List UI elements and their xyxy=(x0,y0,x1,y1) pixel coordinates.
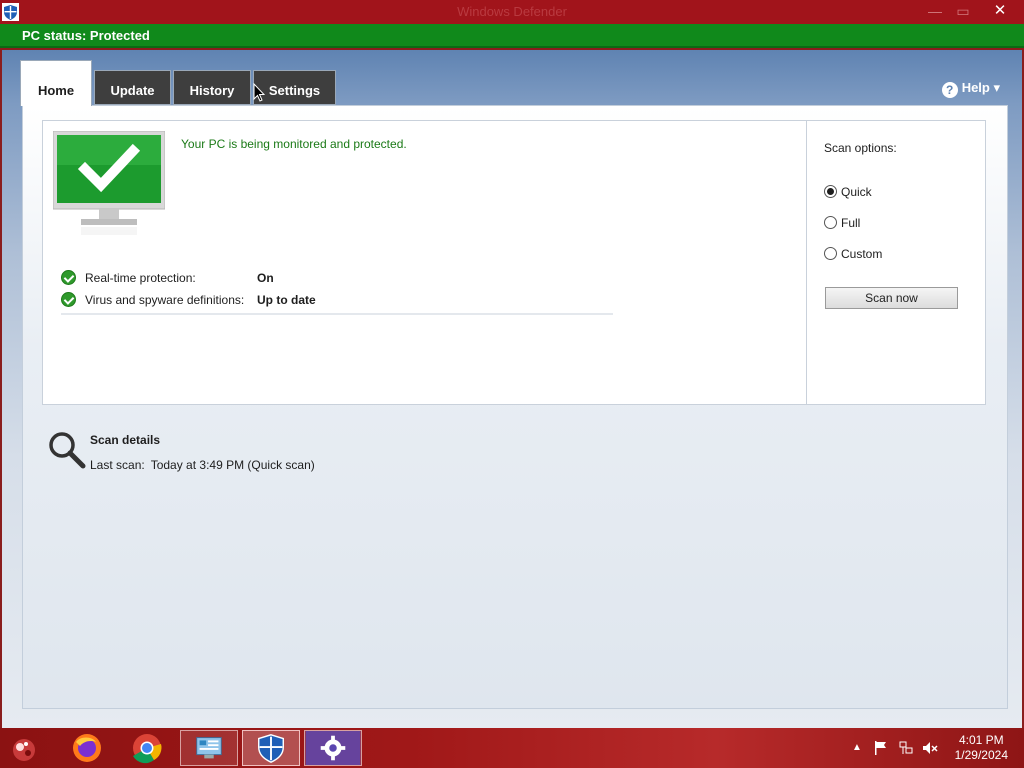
definitions-value: Up to date xyxy=(257,293,316,307)
tray-flag-icon[interactable] xyxy=(874,740,888,756)
tab-history[interactable]: History xyxy=(173,70,251,105)
last-scan-info: Last scan: Today at 3:49 PM (Quick scan) xyxy=(90,458,315,472)
main-area: Home Update History Settings ? Help ▾ You… xyxy=(0,50,1024,728)
radio-full-label[interactable]: Full xyxy=(841,216,860,230)
firefox-icon[interactable] xyxy=(58,730,116,766)
vertical-divider xyxy=(806,121,807,404)
clock-time: 4:01 PM xyxy=(958,733,1004,747)
title-bar: Windows Defender — ▭ ✕ xyxy=(0,0,1024,24)
radio-quick-circle[interactable] xyxy=(824,185,837,198)
window-title: Windows Defender xyxy=(457,4,567,19)
control-panel-icon[interactable] xyxy=(180,730,238,766)
minimize-button[interactable]: — xyxy=(920,0,950,22)
protected-monitor-icon xyxy=(53,131,165,235)
scan-details-title: Scan details xyxy=(90,433,161,447)
question-icon: ? xyxy=(941,82,958,98)
realtime-protection-label: Real-time protection: xyxy=(85,271,196,285)
check-icon xyxy=(61,292,76,307)
settings-icon[interactable] xyxy=(304,730,362,766)
radio-quick-label[interactable]: Quick xyxy=(841,185,872,199)
clock-date: 1/29/2024 xyxy=(954,748,1008,762)
tray-volume-muted-icon[interactable] xyxy=(922,740,938,756)
scan-options-title: Scan options: xyxy=(824,141,897,155)
mouse-cursor-icon xyxy=(253,83,265,102)
maximize-button[interactable]: ▭ xyxy=(948,0,978,22)
status-bar: PC status: Protected xyxy=(0,24,1024,48)
help-label: Help ▾ xyxy=(961,80,1000,95)
tray-network-icon[interactable] xyxy=(898,740,914,756)
check-icon xyxy=(61,270,76,285)
tab-update[interactable]: Update xyxy=(94,70,171,105)
taskbar: ▲ 4:01 PM 1/29/2024 xyxy=(0,728,1024,768)
chrome-icon[interactable] xyxy=(118,730,176,766)
realtime-protection-value: On xyxy=(257,271,274,285)
tab-home[interactable]: Home xyxy=(20,60,92,106)
pc-status-text: PC status: Protected xyxy=(22,28,150,43)
scan-now-button[interactable]: Scan now xyxy=(825,287,958,309)
tray-chevron-up-icon[interactable]: ▲ xyxy=(852,742,862,753)
help-menu[interactable]: ? Help ▾ xyxy=(941,80,1000,98)
system-clock[interactable]: 4:01 PM 1/29/2024 xyxy=(955,733,1008,763)
radio-custom-circle[interactable] xyxy=(824,247,837,260)
close-button[interactable]: ✕ xyxy=(978,0,1022,22)
magnifier-icon xyxy=(49,432,86,469)
divider xyxy=(61,313,613,315)
radio-custom-label[interactable]: Custom xyxy=(841,247,882,261)
tab-settings[interactable]: Settings xyxy=(253,70,336,105)
radio-full-circle[interactable] xyxy=(824,216,837,229)
start-icon[interactable] xyxy=(4,730,44,766)
defender-icon[interactable] xyxy=(242,730,300,766)
last-scan-label: Last scan: xyxy=(90,458,145,472)
protection-message: Your PC is being monitored and protected… xyxy=(181,137,407,151)
last-scan-value: Today at 3:49 PM (Quick scan) xyxy=(150,458,315,472)
protection-panel: Your PC is being monitored and protected… xyxy=(42,120,986,405)
definitions-label: Virus and spyware definitions: xyxy=(85,293,245,307)
